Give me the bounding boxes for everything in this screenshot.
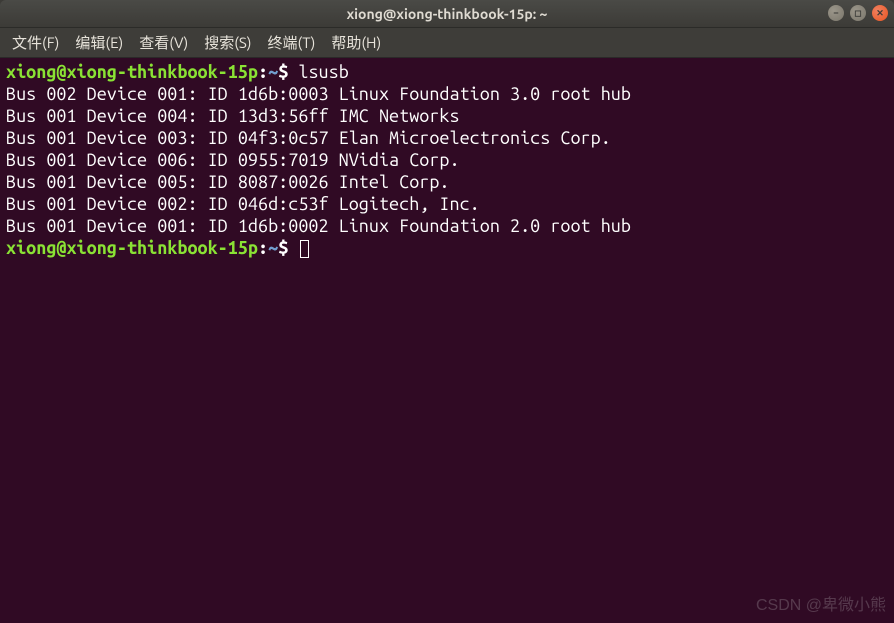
- maximize-button[interactable]: ◻: [850, 5, 866, 21]
- prompt-line-2: xiong@xiong-thinkbook-15p:~$: [6, 237, 888, 259]
- prompt-sep: :: [258, 62, 268, 82]
- prompt-sep: :: [258, 238, 268, 258]
- output-line: Bus 001 Device 006: ID 0955:7019 NVidia …: [6, 149, 888, 171]
- menubar: 文件(F) 编辑(E) 查看(V) 搜索(S) 终端(T) 帮助(H): [0, 28, 894, 58]
- command-text: lsusb: [298, 62, 348, 82]
- output-line: Bus 001 Device 005: ID 8087:0026 Intel C…: [6, 171, 888, 193]
- menu-search[interactable]: 搜索(S): [198, 29, 257, 56]
- close-button[interactable]: ✕: [872, 5, 888, 21]
- minimize-button[interactable]: –: [828, 5, 844, 21]
- prompt-userhost: xiong@xiong-thinkbook-15p: [6, 238, 258, 258]
- prompt-line-1: xiong@xiong-thinkbook-15p:~$ lsusb: [6, 61, 888, 83]
- window-title: xiong@xiong-thinkbook-15p: ~: [347, 6, 548, 22]
- output-line: Bus 001 Device 004: ID 13d3:56ff IMC Net…: [6, 105, 888, 127]
- menu-help[interactable]: 帮助(H): [325, 29, 387, 56]
- output-line: Bus 001 Device 003: ID 04f3:0c57 Elan Mi…: [6, 127, 888, 149]
- cursor-icon: [300, 240, 309, 258]
- output-line: Bus 001 Device 001: ID 1d6b:0002 Linux F…: [6, 215, 888, 237]
- prompt-path: ~: [268, 238, 278, 258]
- output-line: Bus 001 Device 002: ID 046d:c53f Logitec…: [6, 193, 888, 215]
- menu-view[interactable]: 查看(V): [133, 29, 194, 56]
- window-controls: – ◻ ✕: [828, 5, 888, 21]
- prompt-symbol: $: [278, 62, 288, 82]
- prompt-path: ~: [268, 62, 278, 82]
- watermark-text: CSDN @卑微小熊: [756, 595, 886, 617]
- menu-terminal[interactable]: 终端(T): [262, 29, 322, 56]
- menu-file[interactable]: 文件(F): [6, 29, 65, 56]
- terminal-body[interactable]: xiong@xiong-thinkbook-15p:~$ lsusbBus 00…: [0, 58, 894, 623]
- menu-edit[interactable]: 编辑(E): [69, 29, 129, 56]
- titlebar[interactable]: xiong@xiong-thinkbook-15p: ~ – ◻ ✕: [0, 0, 894, 28]
- prompt-symbol: $: [278, 238, 288, 258]
- prompt-userhost: xiong@xiong-thinkbook-15p: [6, 62, 258, 82]
- output-line: Bus 002 Device 001: ID 1d6b:0003 Linux F…: [6, 83, 888, 105]
- terminal-window: xiong@xiong-thinkbook-15p: ~ – ◻ ✕ 文件(F)…: [0, 0, 894, 623]
